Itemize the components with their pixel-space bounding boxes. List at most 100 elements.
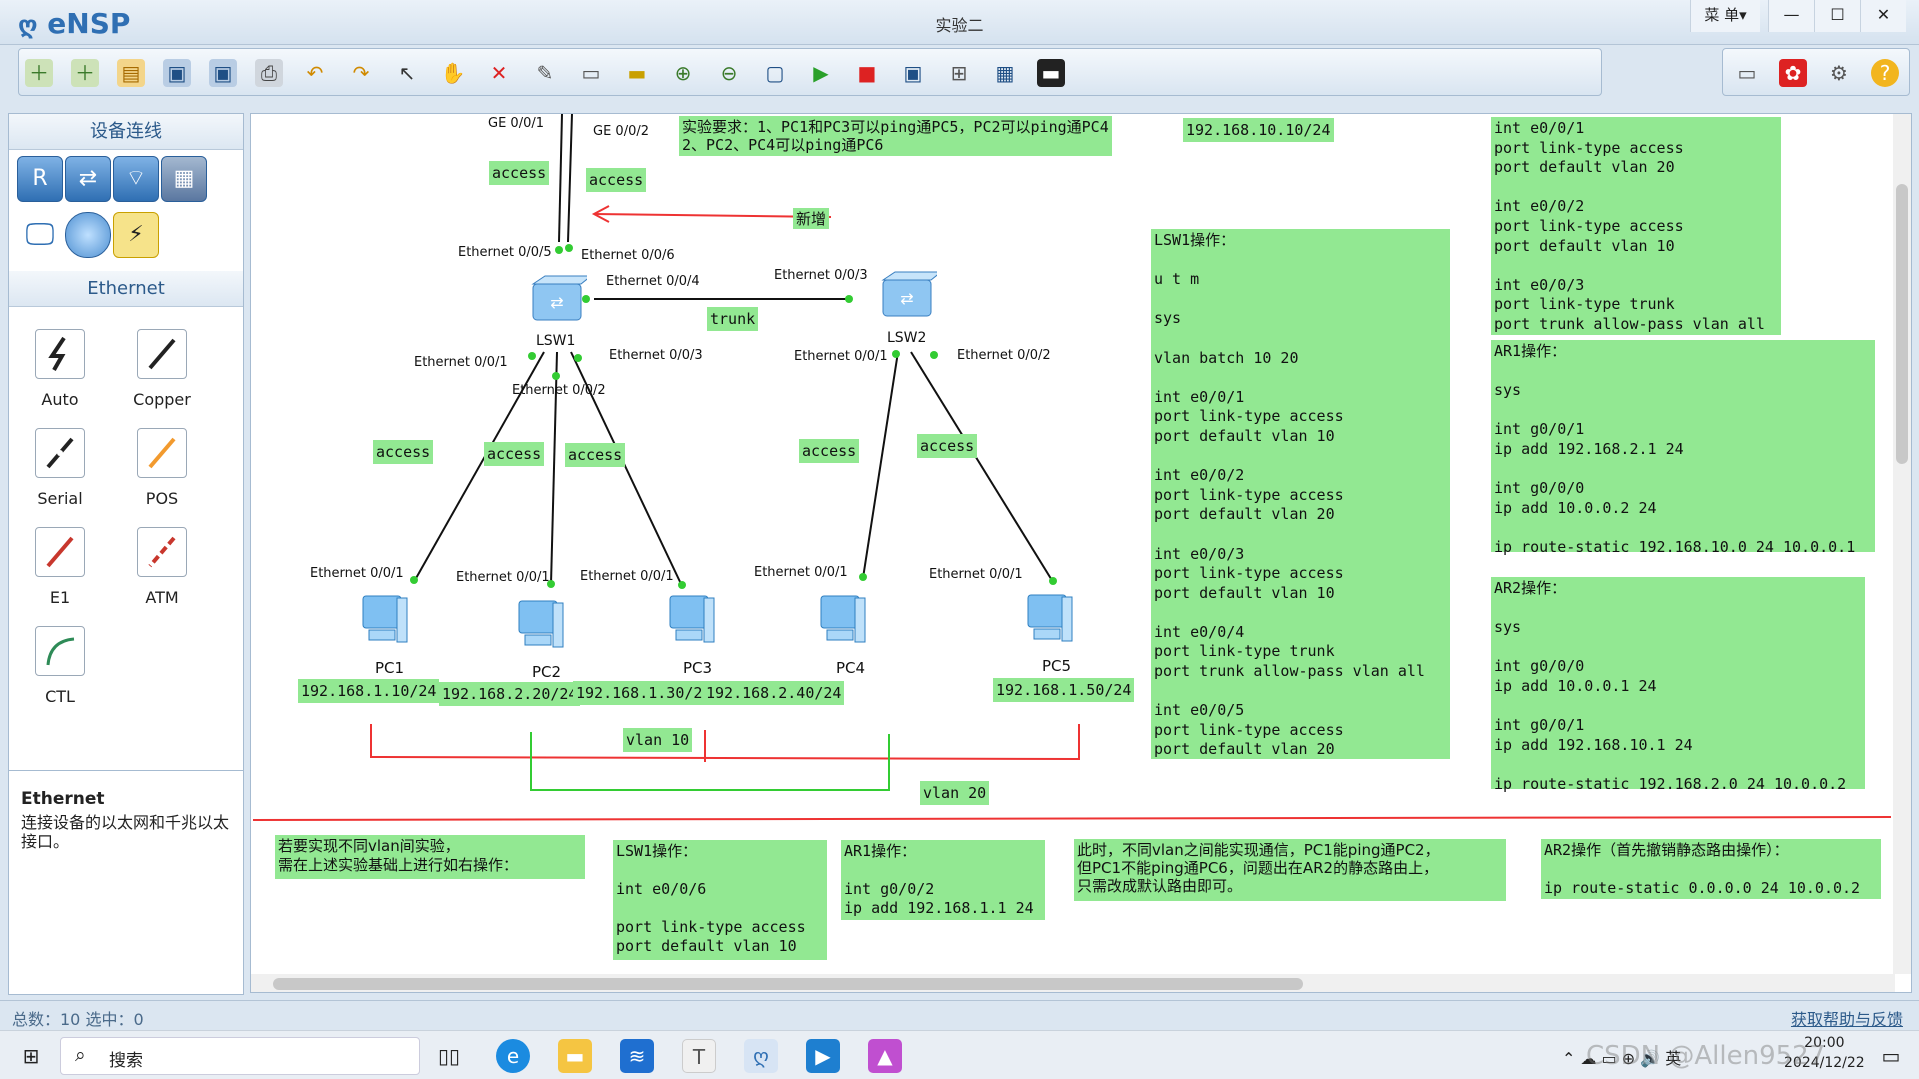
topology-canvas[interactable]: 实验要求：1、PC1和PC3可以ping通PC5，PC2可以ping通PC4 2… bbox=[250, 113, 1912, 993]
pos-label: POS bbox=[145, 489, 179, 508]
video-icon[interactable]: ▶ bbox=[806, 1039, 840, 1073]
pc3-icon[interactable] bbox=[660, 592, 716, 648]
lsw2-label: LSW2 bbox=[887, 330, 927, 346]
windows-start-icon[interactable]: ⊞ bbox=[14, 1039, 48, 1073]
pc4-ip: 192.168.2.40/24 bbox=[703, 681, 845, 705]
help-icon[interactable]: ? bbox=[1871, 59, 1899, 87]
grid-icon[interactable]: ▦ bbox=[991, 59, 1019, 87]
save-as-icon[interactable]: ▣ bbox=[209, 59, 237, 87]
pc4-name: PC4 bbox=[836, 659, 866, 677]
serial-label: Serial bbox=[37, 489, 83, 508]
ethernet-header: Ethernet bbox=[9, 271, 243, 307]
switch-icon[interactable]: ⇄ bbox=[65, 156, 111, 202]
fit-icon[interactable]: ▢ bbox=[761, 59, 789, 87]
firewall-icon[interactable]: ▦ bbox=[161, 156, 207, 202]
pc2-icon[interactable] bbox=[509, 597, 565, 653]
access-label: access bbox=[799, 439, 860, 463]
vlan10-label: vlan 10 bbox=[623, 728, 693, 752]
menu-button[interactable]: 菜 单▾ bbox=[1690, 0, 1760, 32]
access-label: access bbox=[917, 434, 978, 458]
zoom-in-icon[interactable]: ⊕ bbox=[669, 59, 697, 87]
pc1-icon[interactable] bbox=[353, 592, 409, 648]
typora-icon[interactable]: T bbox=[682, 1039, 716, 1073]
pc3-name: PC3 bbox=[683, 659, 713, 677]
undo-icon[interactable]: ↶ bbox=[301, 59, 329, 87]
open-icon[interactable]: ▤ bbox=[117, 59, 145, 87]
save-icon[interactable]: ▣ bbox=[163, 59, 191, 87]
bottom-ar2-box: AR2操作（首先撤销静态路由操作）： ip route-static 0.0.0… bbox=[1541, 839, 1881, 899]
lsw2-switch-icon[interactable]: ⇄ bbox=[879, 270, 937, 322]
gear-icon[interactable]: ⚙ bbox=[1825, 59, 1853, 87]
file-explorer-icon[interactable]: ▬ bbox=[558, 1039, 592, 1073]
serial-cable-icon[interactable] bbox=[35, 428, 85, 478]
pc-icon[interactable]: 🖵 bbox=[17, 212, 63, 258]
notification-icon[interactable]: ▭ bbox=[1874, 1039, 1908, 1073]
atm-label: ATM bbox=[145, 588, 179, 607]
start-icon[interactable]: ▶ bbox=[807, 59, 835, 87]
port-pc2: Ethernet 0/0/1 bbox=[456, 570, 550, 585]
pc1-ip: 192.168.1.10/24 bbox=[298, 679, 440, 703]
close-button[interactable]: ✕ bbox=[1860, 0, 1906, 32]
horizontal-scroll-thumb[interactable] bbox=[273, 978, 1303, 990]
access-label: access bbox=[565, 443, 626, 467]
search-label: 搜索 bbox=[109, 1051, 143, 1071]
toolbar: ＋ ＋ ▤ ▣ ▣ ⎙ ↶ ↷ ↖ ✋ ✕ ✎ ▭ ▬ ⊕ ⊖ ▢ ▶ ■ ▣ … bbox=[18, 48, 1602, 96]
vertical-scroll-thumb[interactable] bbox=[1896, 184, 1908, 464]
capture-icon[interactable]: ▣ bbox=[899, 59, 927, 87]
e1-cable-icon[interactable] bbox=[35, 527, 85, 577]
port-sw1-e01: Ethernet 0/0/1 bbox=[414, 355, 508, 370]
port-e04: Ethernet 0/0/4 bbox=[606, 274, 700, 289]
search-icon: ⌕ bbox=[75, 1044, 86, 1066]
help-feedback-link[interactable]: 获取帮助与反馈 bbox=[1791, 1006, 1903, 1030]
maximize-button[interactable]: ☐ bbox=[1814, 0, 1860, 32]
select-icon[interactable]: ↖ bbox=[393, 59, 421, 87]
auto-cable-icon[interactable] bbox=[35, 329, 85, 379]
port-pc4: Ethernet 0/0/1 bbox=[754, 565, 848, 580]
cloud-icon[interactable] bbox=[65, 212, 111, 258]
window-title: 实验二 bbox=[935, 16, 984, 35]
redo-icon[interactable]: ↷ bbox=[347, 59, 375, 87]
lsw1-switch-icon[interactable]: ⇄ bbox=[529, 274, 587, 326]
pos-cable-icon[interactable] bbox=[137, 428, 187, 478]
atm-cable-icon[interactable] bbox=[137, 527, 187, 577]
port-ge002: GE 0/0/2 bbox=[593, 124, 649, 139]
horizontal-scrollbar[interactable] bbox=[251, 974, 1895, 992]
pc4-icon[interactable] bbox=[811, 592, 867, 648]
copper-cable-icon[interactable] bbox=[137, 329, 187, 379]
new-topology-icon[interactable]: ＋ bbox=[25, 59, 53, 87]
bottom-note: 此时，不同vlan之间能实现通信，PC1能ping通PC2， 但PC1不能pin… bbox=[1074, 839, 1506, 901]
delete-link-icon[interactable]: ✎ bbox=[531, 59, 559, 87]
ensp-taskbar-icon[interactable]: ღ bbox=[744, 1039, 778, 1073]
router-icon[interactable]: R bbox=[17, 156, 63, 202]
zoom-out-icon[interactable]: ⊖ bbox=[715, 59, 743, 87]
requirement-text: 实验要求：1、PC1和PC3可以ping通PC5，PC2可以ping通PC4 2… bbox=[679, 116, 1112, 156]
pc5-icon[interactable] bbox=[1018, 591, 1074, 647]
info-title: Ethernet bbox=[21, 789, 105, 809]
pc2-ip: 192.168.2.20/24 bbox=[439, 682, 581, 706]
ctl-cable-icon[interactable] bbox=[35, 626, 85, 676]
ctl-label: CTL bbox=[45, 687, 75, 706]
minimize-button[interactable]: — bbox=[1768, 0, 1814, 32]
port-sw2-e01: Ethernet 0/0/1 bbox=[794, 349, 888, 364]
app-icon[interactable]: ▲ bbox=[868, 1039, 902, 1073]
wlan-icon[interactable]: ⌔ bbox=[113, 156, 159, 202]
huawei-icon[interactable]: ✿ bbox=[1779, 59, 1807, 87]
search-box[interactable]: ⌕ 搜索 bbox=[60, 1037, 420, 1075]
print-icon[interactable]: ⎙ bbox=[255, 59, 283, 87]
delete-icon[interactable]: ✕ bbox=[485, 59, 513, 87]
photos-icon[interactable]: ≋ bbox=[620, 1039, 654, 1073]
port-sw2-e02: Ethernet 0/0/2 bbox=[957, 348, 1051, 363]
task-view-icon[interactable]: ▯▯ bbox=[432, 1039, 466, 1073]
edge-icon[interactable]: e bbox=[496, 1039, 530, 1073]
stop-icon[interactable]: ■ bbox=[853, 59, 881, 87]
vertical-scrollbar[interactable] bbox=[1893, 114, 1911, 974]
topology-icon[interactable]: ⊞ bbox=[945, 59, 973, 87]
new-example-icon[interactable]: ＋ bbox=[71, 59, 99, 87]
port-e06: Ethernet 0/0/6 bbox=[581, 248, 675, 263]
console-icon[interactable]: ▬ bbox=[1037, 59, 1065, 87]
pan-icon[interactable]: ✋ bbox=[439, 59, 467, 87]
palette-icon[interactable]: ▬ bbox=[623, 59, 651, 87]
text-icon[interactable]: ▭ bbox=[577, 59, 605, 87]
connection-icon[interactable]: ⚡ bbox=[113, 212, 159, 258]
chat-icon[interactable]: ▭ bbox=[1733, 59, 1761, 87]
